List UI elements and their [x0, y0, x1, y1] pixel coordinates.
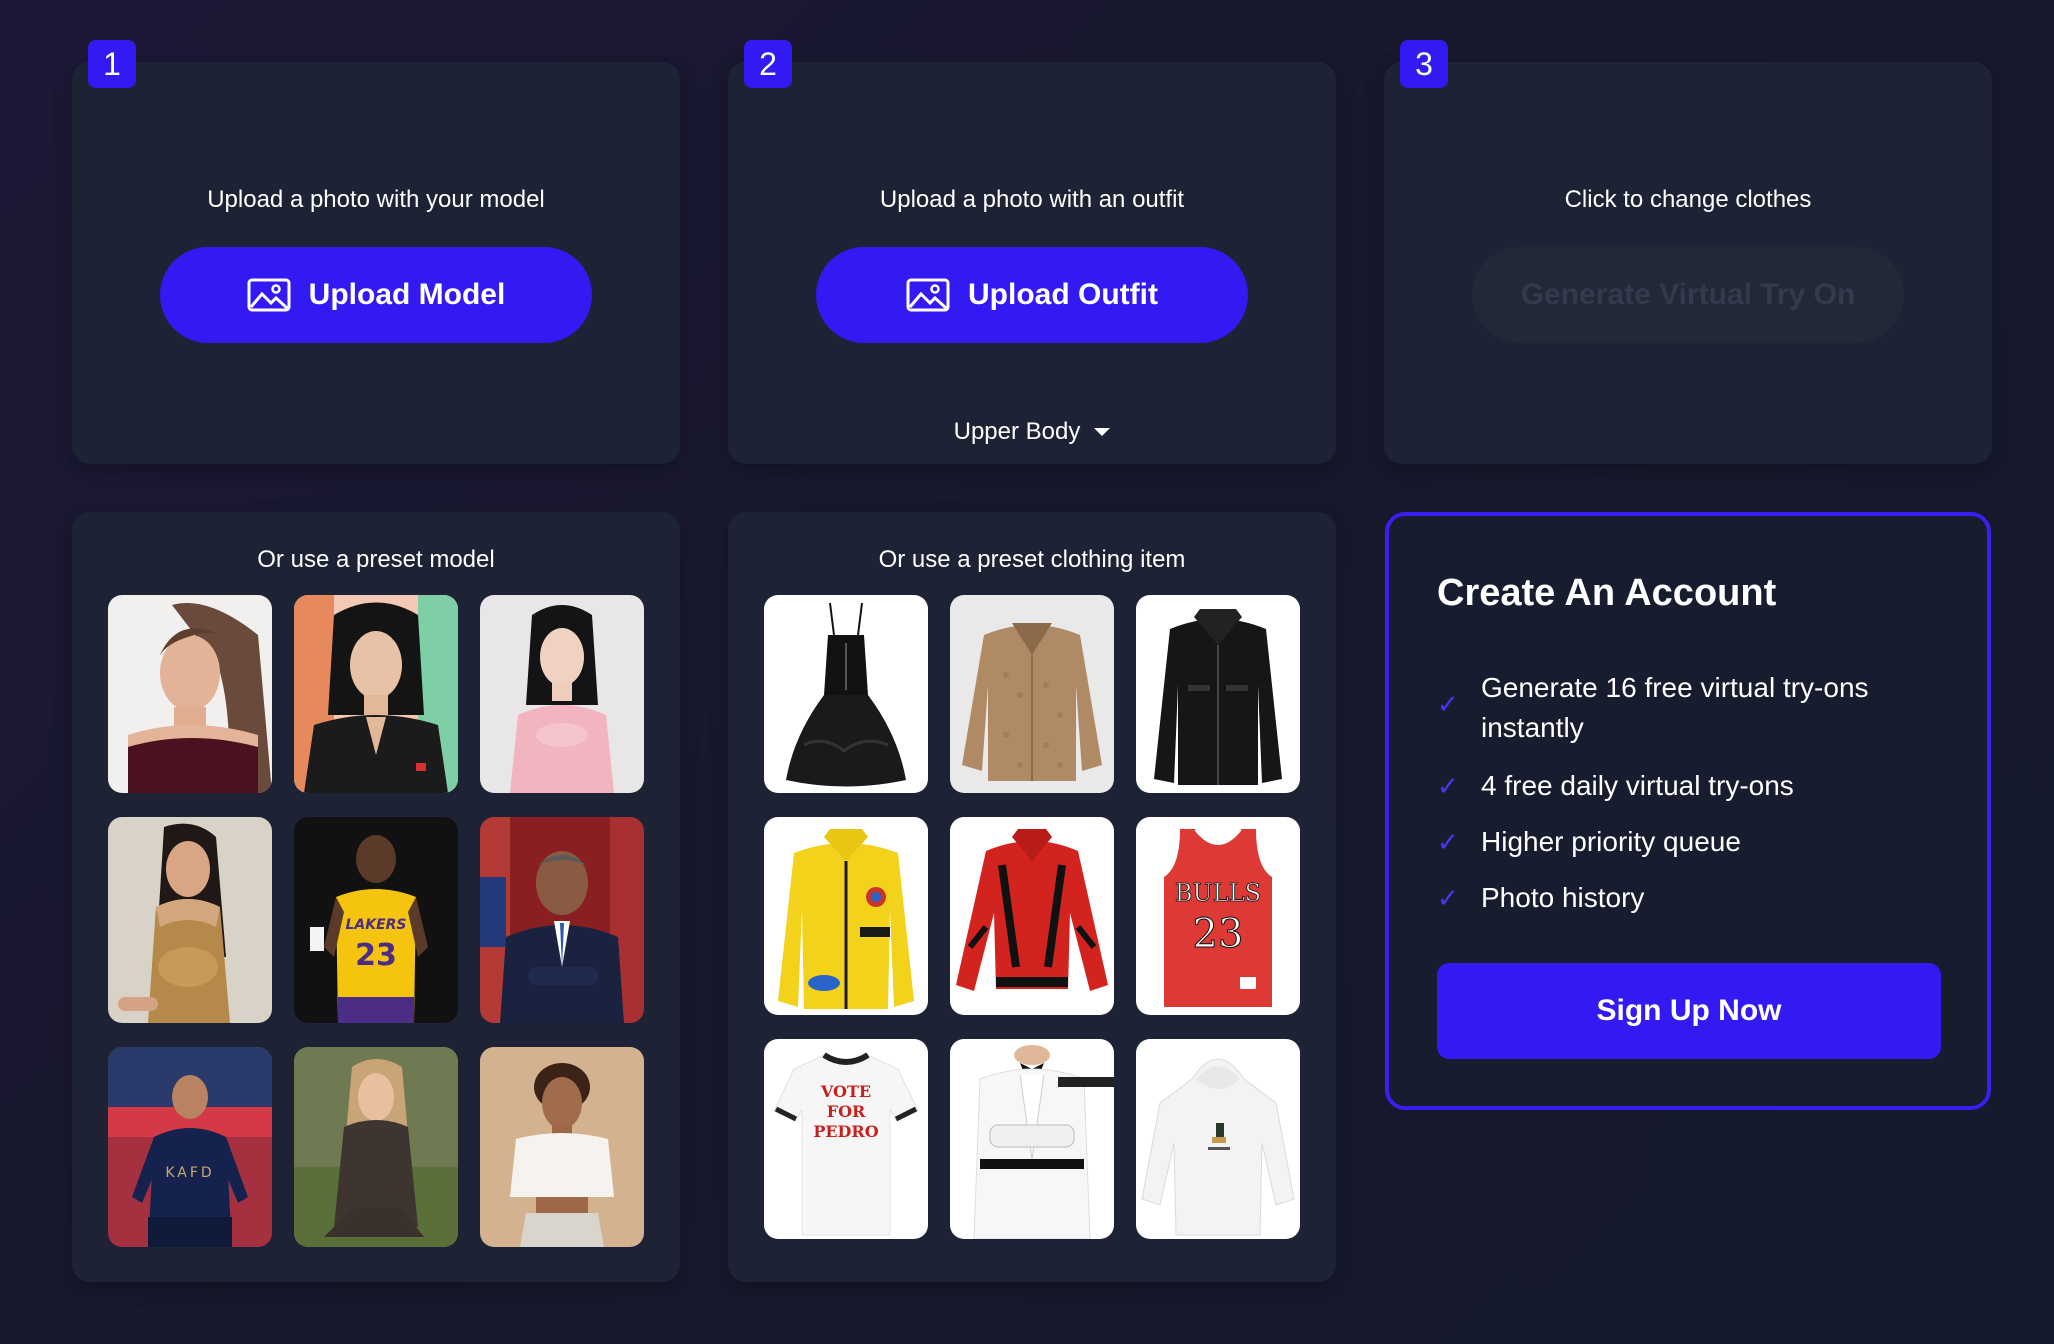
step-2-badge: 2	[744, 40, 792, 88]
jersey-text: BULLS	[1175, 879, 1261, 907]
create-account-card: Create An Account ✓ Generate 16 free vir…	[1385, 512, 1991, 1110]
feature-text: Photo history	[1481, 882, 1645, 913]
step-2-label: Upload a photo with an outfit	[879, 186, 1185, 213]
feature-item: ✓ Higher priority queue	[1437, 822, 1937, 862]
step-1-card: Upload a photo with your model Upload Mo…	[72, 62, 680, 464]
tshirt-line-2: FOR	[827, 1102, 866, 1121]
step-3-card: Click to change clothes Generate Virtual…	[1384, 62, 1992, 464]
feature-text: Higher priority queue	[1481, 826, 1741, 857]
check-icon: ✓	[1437, 689, 1459, 719]
svg-text:KAFD: KAFD	[165, 1165, 214, 1181]
preset-model-5[interactable]: LAKERS 23	[294, 817, 458, 1023]
feature-item: ✓ Photo history	[1437, 878, 1937, 918]
preset-clothing-grid: BULLS 23 VOTE FOR PEDRO	[764, 595, 1300, 1239]
step-3-badge: 3	[1400, 40, 1448, 88]
generate-try-on-button[interactable]: Generate Virtual Try On	[1472, 247, 1904, 343]
preset-clothing-title: Or use a preset clothing item	[878, 546, 1186, 573]
preset-models-card: Or use a preset model LAKERS 23 KAFD	[72, 512, 680, 1282]
jersey-number: 23	[1193, 911, 1244, 957]
feature-item: ✓ Generate 16 free virtual try-ons insta…	[1437, 668, 1937, 748]
check-icon: ✓	[1437, 883, 1459, 913]
preset-models-grid: LAKERS 23 KAFD	[108, 595, 644, 1247]
preset-models-title: Or use a preset model	[257, 546, 495, 573]
preset-model-6[interactable]	[480, 817, 644, 1023]
check-icon: ✓	[1437, 827, 1459, 857]
upload-model-label: Upload Model	[308, 278, 506, 311]
garment-type-value: Upper Body	[953, 418, 1081, 445]
upload-outfit-label: Upload Outfit	[968, 278, 1158, 311]
preset-clothing-2[interactable]	[950, 595, 1114, 793]
step-1-badge: 1	[88, 40, 136, 88]
upload-model-button[interactable]: Upload Model	[160, 247, 592, 343]
preset-model-1[interactable]	[108, 595, 272, 793]
step-3-label: Click to change clothes	[1564, 186, 1812, 213]
preset-model-4[interactable]	[108, 817, 272, 1023]
preset-clothing-6[interactable]: BULLS 23	[1136, 817, 1300, 1015]
preset-clothing-5[interactable]	[950, 817, 1114, 1015]
preset-clothing-4[interactable]	[764, 817, 928, 1015]
image-icon	[906, 278, 950, 312]
tshirt-line-3: PEDRO	[813, 1122, 878, 1141]
sign-up-button[interactable]: Sign Up Now	[1437, 963, 1941, 1059]
check-icon: ✓	[1437, 771, 1459, 801]
preset-model-2[interactable]	[294, 595, 458, 793]
feature-text: Generate 16 free virtual try-ons instant…	[1481, 672, 1869, 743]
garment-type-dropdown[interactable]: Upper Body	[728, 418, 1336, 446]
upload-outfit-button[interactable]: Upload Outfit	[816, 247, 1248, 343]
caret-down-icon	[1094, 428, 1111, 436]
preset-clothing-3[interactable]	[1136, 595, 1300, 793]
preset-clothing-card: Or use a preset clothing item BULLS 23 V…	[728, 512, 1336, 1282]
preset-model-3[interactable]	[480, 595, 644, 793]
preset-clothing-1[interactable]	[764, 595, 928, 793]
svg-text:23: 23	[355, 938, 397, 973]
preset-model-8[interactable]	[294, 1047, 458, 1247]
step-1-label: Upload a photo with your model	[207, 186, 545, 213]
create-account-title: Create An Account	[1437, 572, 1777, 614]
preset-model-7[interactable]: KAFD	[108, 1047, 272, 1247]
preset-clothing-9[interactable]	[1136, 1039, 1300, 1239]
svg-text:LAKERS: LAKERS	[345, 917, 406, 933]
feature-text: 4 free daily virtual try-ons	[1481, 770, 1794, 801]
preset-clothing-7[interactable]: VOTE FOR PEDRO	[764, 1039, 928, 1239]
step-2-card: Upload a photo with an outfit Upload Out…	[728, 62, 1336, 464]
image-icon	[247, 278, 291, 312]
preset-clothing-8[interactable]	[950, 1039, 1114, 1239]
preset-model-9[interactable]	[480, 1047, 644, 1247]
tshirt-line-1: VOTE	[820, 1082, 871, 1101]
feature-item: ✓ 4 free daily virtual try-ons	[1437, 766, 1937, 806]
